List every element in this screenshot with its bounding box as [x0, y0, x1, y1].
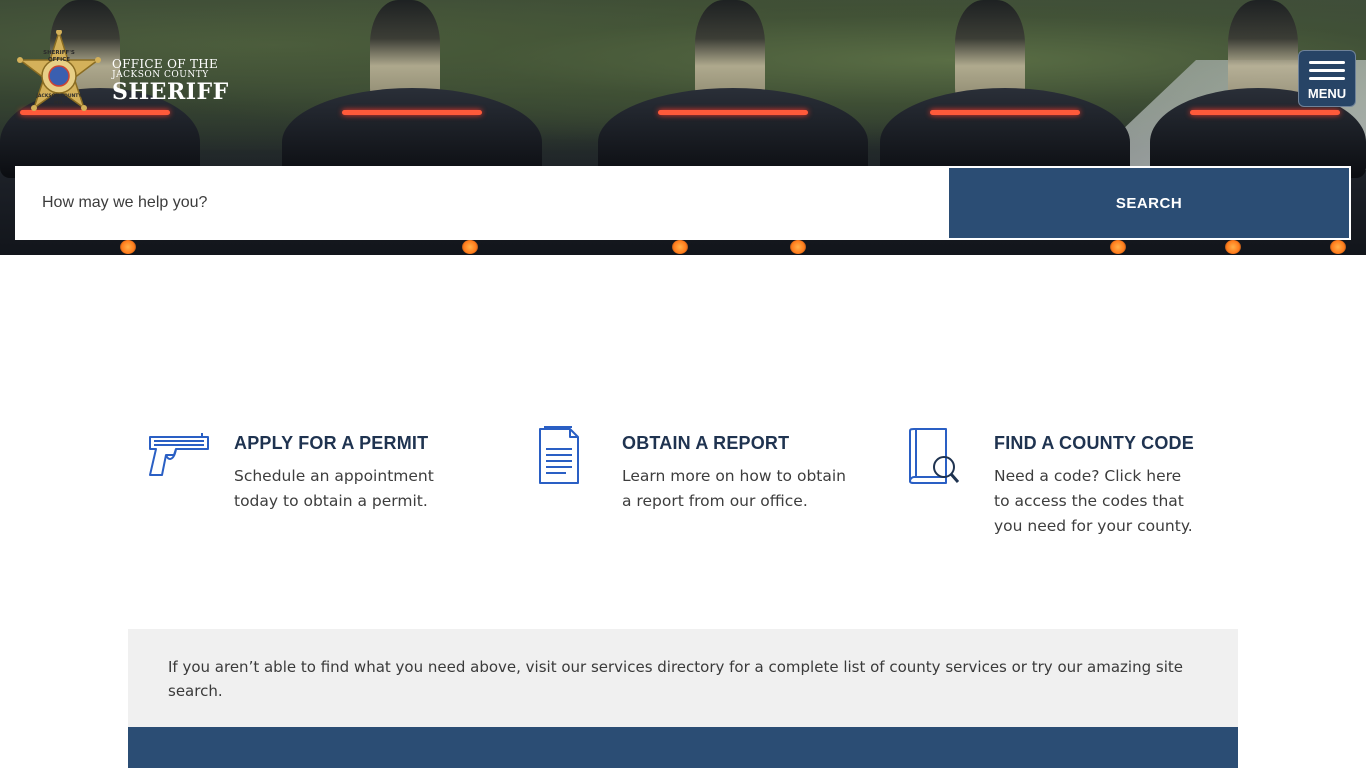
footer-bar: [128, 727, 1238, 768]
hero-light: [1330, 240, 1346, 254]
card-title: OBTAIN A REPORT: [622, 433, 790, 453]
svg-text:OFFICE: OFFICE: [48, 57, 70, 63]
quick-links: APPLY FOR A PERMIT Schedule an appointme…: [0, 425, 1366, 565]
site-logo-link[interactable]: SHERIFF'S OFFICE JACKSON COUNTY MO. OFFI…: [16, 29, 229, 130]
search-input[interactable]: [15, 166, 949, 240]
site-name-line1: OFFICE OF THE: [112, 56, 219, 71]
svg-text:MO.: MO.: [54, 100, 64, 106]
search-bar: SEARCH: [15, 166, 1351, 240]
card-text: Schedule an appointment today to obtain …: [234, 467, 434, 510]
svg-text:JACKSON COUNTY: JACKSON COUNTY: [35, 93, 82, 99]
card-title: FIND A COUNTY CODE: [994, 433, 1194, 453]
pistol-icon: [146, 425, 210, 489]
menu-label: MENU: [1307, 86, 1347, 101]
hero-light: [790, 240, 806, 254]
hero-light: [1110, 240, 1126, 254]
site-name-line3: SHERIFF: [112, 78, 229, 105]
hero-light: [462, 240, 478, 254]
svg-text:SHERIFF'S: SHERIFF'S: [43, 50, 75, 56]
search-button[interactable]: SEARCH: [949, 168, 1349, 238]
card-text: Need a code? Click here to access the co…: [994, 467, 1193, 535]
services-notice: If you aren’t able to find what you need…: [128, 629, 1238, 727]
card-county-code[interactable]: FIND A COUNTY CODE Need a code? Click he…: [906, 425, 1236, 539]
card-apply-permit[interactable]: APPLY FOR A PERMIT Schedule an appointme…: [146, 425, 476, 514]
hero-light: [1225, 240, 1241, 254]
hamburger-icon: [1309, 56, 1345, 85]
hero-light: [120, 240, 136, 254]
notice-text: If you aren’t able to find what you need…: [168, 658, 1183, 700]
document-icon: [534, 425, 598, 489]
hero-light: [672, 240, 688, 254]
menu-button[interactable]: MENU: [1298, 50, 1356, 107]
card-text: Learn more on how to obtain a report fro…: [622, 467, 846, 510]
card-title: APPLY FOR A PERMIT: [234, 433, 429, 453]
card-obtain-report[interactable]: OBTAIN A REPORT Learn more on how to obt…: [534, 425, 864, 514]
book-search-icon: [906, 425, 970, 489]
site-name: OFFICE OF THE JACKSON COUNTY SHERIFF: [112, 58, 229, 103]
sheriff-star-badge-icon: SHERIFF'S OFFICE JACKSON COUNTY MO.: [16, 29, 102, 130]
